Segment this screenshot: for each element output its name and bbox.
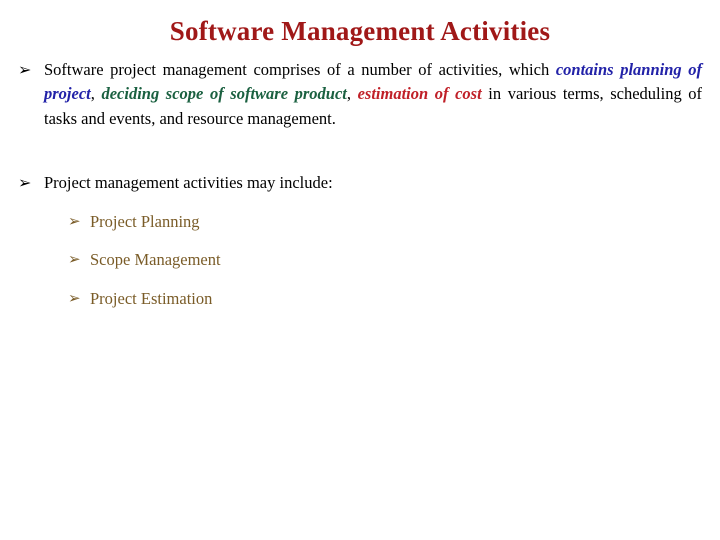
sub-bullet-label: Project Estimation <box>90 289 213 309</box>
slide-canvas: Software Management Activities ➢ Softwar… <box>0 0 720 540</box>
bullet-item-activities-paragraph: ➢ Software project management comprises … <box>18 58 702 131</box>
paragraph-run-3: deciding scope of software product <box>101 84 347 104</box>
sub-bullet-item-scope-management: ➢ Scope Management <box>68 248 702 273</box>
sub-bullet-label: Project Planning <box>90 211 200 231</box>
arrow-bullet-icon: ➢ <box>68 250 81 269</box>
paragraph-run-0: Software project management comprises of… <box>44 60 556 79</box>
activities-paragraph-text: Software project management comprises of… <box>44 58 702 131</box>
paragraph-run-2: , <box>90 84 102 104</box>
arrow-bullet-icon: ➢ <box>18 60 32 79</box>
sub-bullet-item-project-planning: ➢ Project Planning <box>68 210 702 235</box>
sub-bullet-label: Scope Management <box>90 250 221 270</box>
paragraph-run-4: , <box>346 84 358 104</box>
page-title: Software Management Activities <box>169 16 551 46</box>
activities-intro-text: Project management activities may includ… <box>44 173 333 193</box>
arrow-bullet-icon: ➢ <box>68 211 81 230</box>
sub-bullet-item-project-estimation: ➢ Project Estimation <box>68 287 702 312</box>
sub-bullet-list: ➢ Project Planning ➢ Scope Management ➢ … <box>68 210 702 312</box>
arrow-bullet-icon: ➢ <box>68 289 81 308</box>
paragraph-run-5: estimation of cost <box>357 84 482 104</box>
slide-body: ➢ Software project management comprises … <box>18 58 702 326</box>
arrow-bullet-icon: ➢ <box>18 173 32 193</box>
bullet-item-activities-intro: ➢ Project management activities may incl… <box>18 171 702 195</box>
